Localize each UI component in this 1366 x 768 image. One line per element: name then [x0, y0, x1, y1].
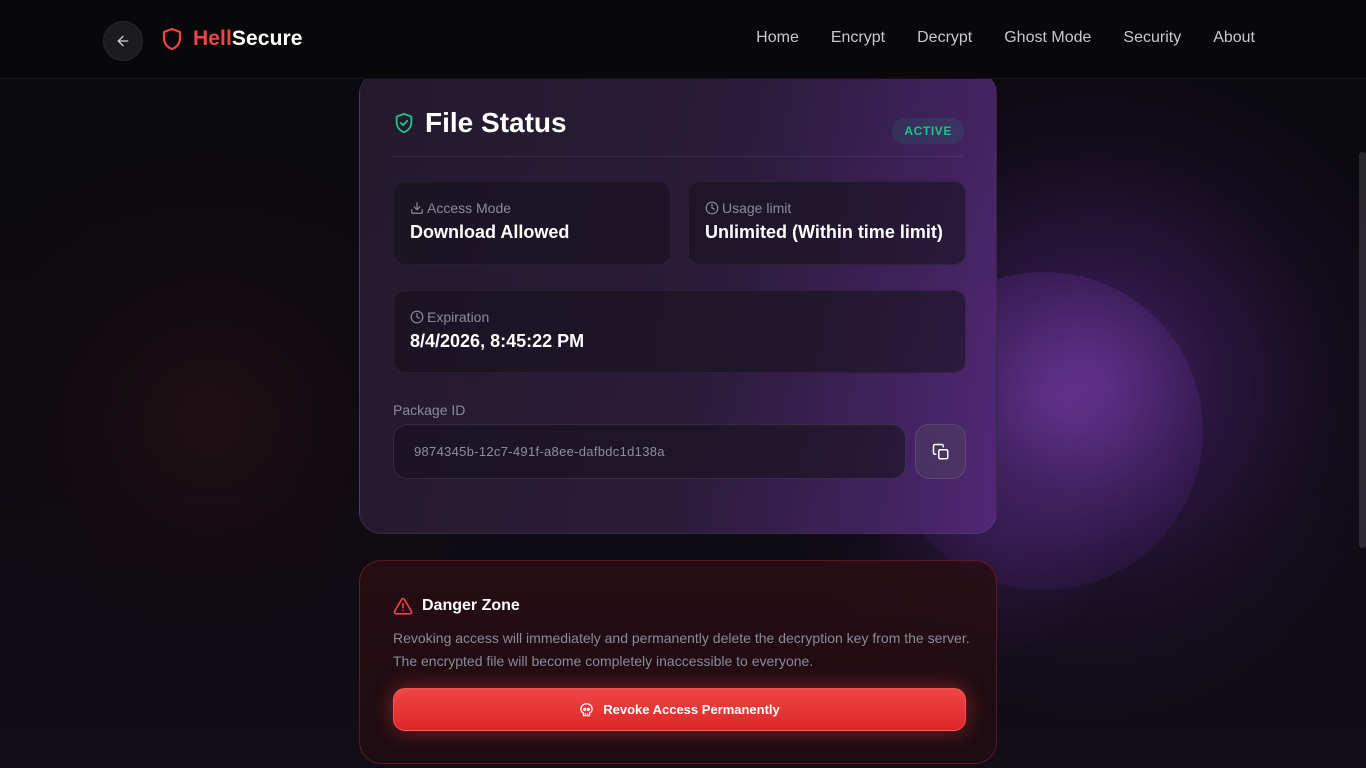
nav-link-security[interactable]: Security: [1123, 29, 1181, 47]
expiration-tile: Expiration 8/4/2026, 8:45:22 PM: [393, 290, 966, 373]
brand-name: HellSecure: [193, 27, 303, 50]
brand-logo[interactable]: HellSecure: [160, 26, 303, 52]
nav-link-about[interactable]: About: [1213, 29, 1255, 47]
arrow-left-icon: [117, 35, 129, 47]
package-id-label: Package ID: [393, 402, 466, 418]
download-icon: [411, 202, 423, 214]
scrollbar-thumb[interactable]: [1359, 152, 1366, 548]
divider: [393, 156, 963, 157]
revoke-access-label: Revoke Access Permanently: [603, 702, 780, 717]
back-button[interactable]: [103, 21, 143, 61]
clock-icon: [705, 201, 719, 215]
revoke-access-button[interactable]: Revoke Access Permanently: [393, 688, 966, 731]
danger-zone-header: Danger Zone: [393, 597, 520, 615]
skull-icon: [580, 702, 593, 716]
shield-check-icon: [395, 112, 413, 134]
access-mode-label: Access Mode: [427, 200, 512, 216]
expiration-label-row: Expiration: [410, 309, 949, 325]
shield-icon: [162, 27, 182, 51]
copy-package-id-button[interactable]: [915, 424, 966, 479]
danger-zone-description: Revoking access will immediately and per…: [393, 630, 970, 669]
clock-icon: [410, 310, 424, 324]
nav-link-ghost-mode[interactable]: Ghost Mode: [1004, 29, 1091, 47]
card-title: File Status: [425, 107, 567, 138]
usage-limit-label: Usage limit: [722, 200, 792, 216]
danger-zone-title: Danger Zone: [422, 597, 520, 614]
card-header: File Status: [393, 107, 567, 139]
access-mode-label-row: Access Mode: [410, 200, 654, 216]
expiration-value: 8/4/2026, 8:45:22 PM: [410, 331, 585, 351]
nav-links: Home Encrypt Decrypt Ghost Mode Security…: [756, 29, 1255, 47]
usage-limit-value: Unlimited (Within time limit): [705, 222, 943, 242]
access-mode-tile: Access Mode Download Allowed: [393, 181, 671, 265]
package-id-field[interactable]: [393, 424, 906, 479]
file-status-card: File Status ACTIVE Access Mode Download …: [359, 72, 997, 534]
warning-triangle-icon: [393, 597, 413, 615]
nav-link-decrypt[interactable]: Decrypt: [917, 29, 972, 47]
nav-link-home[interactable]: Home: [756, 29, 799, 47]
expiration-label: Expiration: [427, 309, 490, 325]
copy-icon: [932, 443, 948, 459]
access-mode-value: Download Allowed: [410, 222, 570, 242]
nav-link-encrypt[interactable]: Encrypt: [831, 29, 885, 47]
usage-limit-label-row: Usage limit: [705, 200, 949, 216]
usage-limit-tile: Usage limit Unlimited (Within time limit…: [688, 181, 966, 265]
danger-zone-card: Danger Zone Revoking access will immedia…: [359, 560, 997, 764]
status-badge: ACTIVE: [892, 118, 964, 144]
top-navbar: HellSecure Home Encrypt Decrypt Ghost Mo…: [0, 0, 1366, 79]
